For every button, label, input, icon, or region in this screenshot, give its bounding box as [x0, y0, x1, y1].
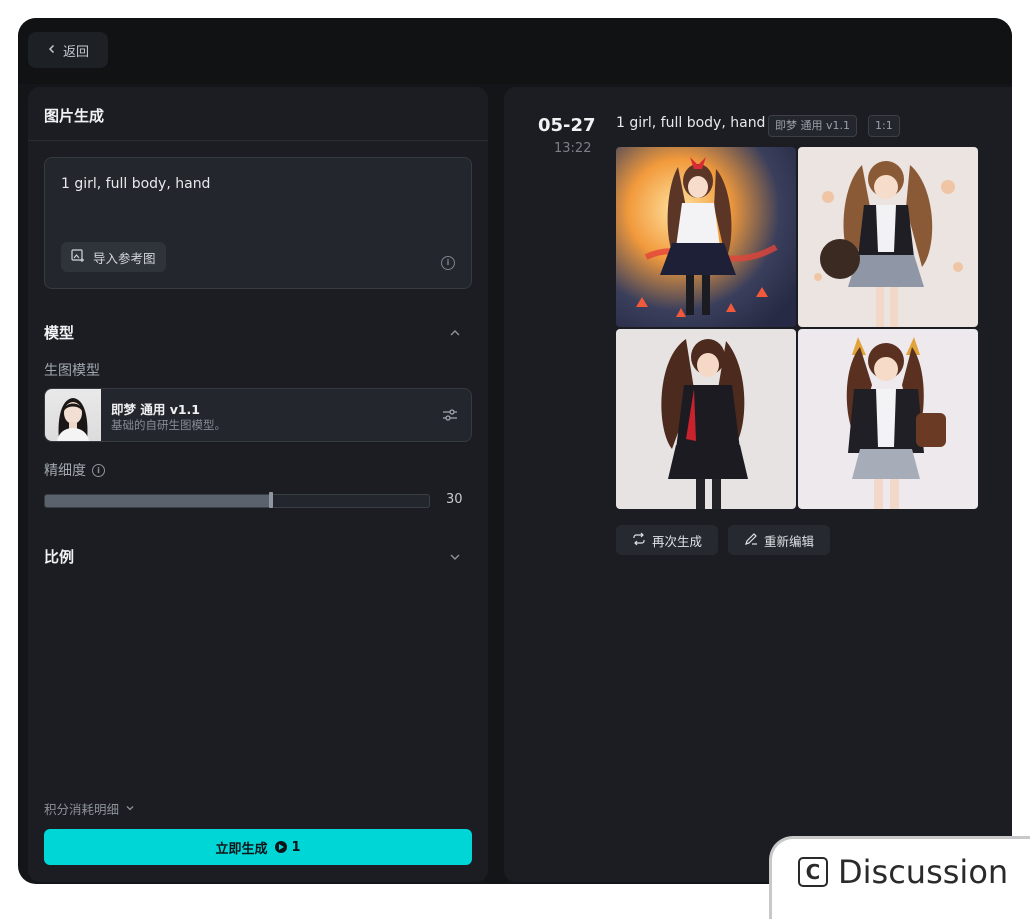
points-detail-link[interactable]: 积分消耗明细	[44, 799, 135, 818]
back-button[interactable]: 返回	[28, 32, 108, 68]
image-grid	[616, 147, 978, 509]
divider	[28, 140, 488, 141]
model-selector[interactable]: 即梦 通用 v1.1 基础的自研生图模型。	[44, 388, 472, 442]
detail-value: 30	[446, 492, 463, 507]
model-section-title: 模型	[44, 324, 75, 342]
info-icon[interactable]: i	[92, 463, 105, 477]
refresh-icon	[632, 532, 646, 549]
model-thumbnail	[45, 389, 101, 441]
prompt-input[interactable]: 1 girl, full body, hand 导入参考图 i	[44, 157, 472, 289]
chevron-up-icon[interactable]	[448, 325, 462, 339]
slider-fill	[45, 495, 272, 507]
generate-cost: 1	[291, 839, 301, 855]
result-image[interactable]	[616, 147, 796, 327]
top-bar: 返回	[18, 18, 1012, 84]
generate-label: 立即生成	[215, 841, 268, 857]
result-time: 13:22	[554, 141, 592, 156]
panel-title: 图片生成	[44, 107, 105, 125]
info-icon[interactable]: i	[441, 256, 455, 270]
ratio-section-title: 比例	[44, 548, 75, 566]
settings-sliders-icon[interactable]	[441, 406, 459, 424]
chevron-left-icon	[47, 43, 57, 58]
image-import-icon	[71, 248, 85, 266]
model-tag: 即梦 通用 v1.1	[768, 115, 857, 137]
generate-button[interactable]: 立即生成 1	[44, 829, 472, 865]
back-label: 返回	[62, 44, 89, 60]
result-prompt: 1 girl, full body, hand	[616, 115, 766, 131]
pencil-icon	[744, 532, 758, 549]
chevron-down-icon[interactable]	[448, 549, 462, 563]
discussion-label: Discussion	[838, 853, 1009, 891]
prompt-text[interactable]: 1 girl, full body, hand	[61, 176, 210, 192]
detail-label: 精细度	[44, 463, 86, 479]
chevron-down-icon	[125, 801, 135, 816]
regenerate-label: 再次生成	[652, 533, 703, 549]
discussion-logo-icon: C	[798, 857, 828, 887]
points-label: 积分消耗明细	[44, 802, 120, 817]
detail-slider[interactable]	[44, 494, 430, 508]
slider-handle[interactable]	[268, 492, 273, 508]
reedit-button[interactable]: 重新编辑	[728, 525, 831, 555]
result-image[interactable]	[616, 329, 796, 509]
detail-label-row: 精细度 i	[44, 460, 105, 480]
import-label: 导入参考图	[93, 250, 156, 266]
generation-panel: 图片生成 1 girl, full body, hand 导入参考图 i 模型 …	[28, 87, 488, 882]
reedit-label: 重新编辑	[764, 533, 815, 549]
import-reference-button[interactable]: 导入参考图	[61, 242, 166, 272]
model-description: 基础的自研生图模型。	[111, 418, 226, 432]
result-image[interactable]	[798, 147, 978, 327]
model-sub-label: 生图模型	[44, 363, 100, 379]
regenerate-button[interactable]: 再次生成	[616, 525, 719, 555]
ratio-tag: 1:1	[868, 115, 900, 137]
result-image[interactable]	[798, 329, 978, 509]
discussion-watermark: C Discussion	[769, 836, 1030, 919]
result-date: 05-27	[538, 115, 596, 136]
model-name: 即梦 通用 v1.1	[111, 402, 200, 417]
app-window: 返回 图片生成 1 girl, full body, hand 导入参考图 i …	[18, 18, 1012, 884]
credit-icon	[275, 841, 288, 853]
results-panel: 05-27 13:22 1 girl, full body, hand 即梦 通…	[504, 87, 1012, 882]
